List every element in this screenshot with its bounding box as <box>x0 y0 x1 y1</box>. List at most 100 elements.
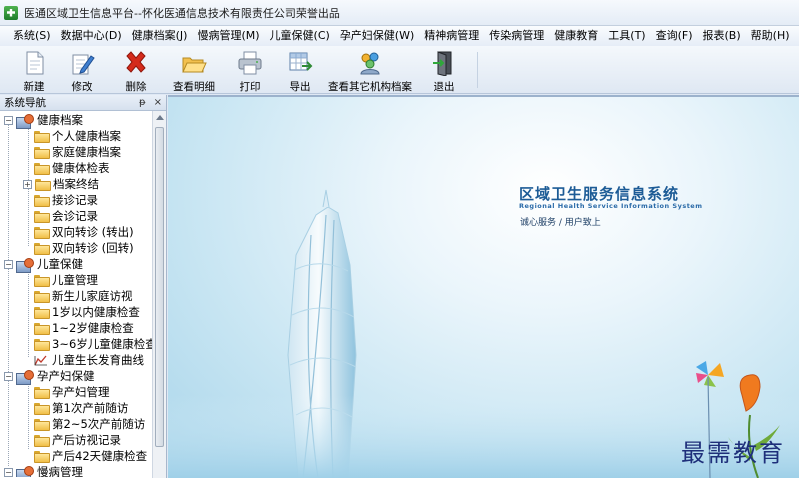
chronic-disease-group-icon <box>16 465 34 477</box>
export-grid-icon <box>287 50 313 76</box>
collapse-icon[interactable]: − <box>4 371 13 381</box>
folder-icon <box>34 419 50 431</box>
tree-item-label: 第2~5次产前随访 <box>52 417 146 431</box>
tree-group-health-records[interactable]: − 健康档案 <box>4 112 83 129</box>
exit-button-label: 退出 <box>433 81 455 93</box>
menu-tools[interactable]: 工具(T) <box>603 26 650 46</box>
folder-icon <box>34 163 50 175</box>
tree-item-label: 双向转诊 (回转) <box>52 241 134 255</box>
tree-item[interactable]: 产后访视记录 <box>34 432 121 448</box>
tree-group-child-care[interactable]: − 儿童保健 <box>4 256 83 273</box>
folder-icon <box>34 131 50 143</box>
tree-item[interactable]: 健康体检表 <box>34 160 110 176</box>
folder-icon <box>34 243 50 255</box>
scrollbar-thumb[interactable] <box>155 127 164 447</box>
folder-icon <box>34 323 50 335</box>
window-title: 医通区域卫生信息平台--怀化医通信息技术有限责任公司荣誉出品 <box>24 6 340 20</box>
menu-infectious-disease[interactable]: 传染病管理 <box>484 26 549 46</box>
open-folder-icon <box>181 50 207 76</box>
folder-icon <box>34 339 50 351</box>
tree-item[interactable]: 双向转诊 (回转) <box>34 240 134 256</box>
tree-item[interactable]: 1~2岁健康检查 <box>34 320 134 336</box>
folder-icon <box>34 435 50 447</box>
menu-maternal-care[interactable]: 孕产妇保健(W) <box>335 26 419 46</box>
tree-guide <box>28 379 29 449</box>
tree-item[interactable]: 新生儿家庭访视 <box>34 288 133 304</box>
tree-item-label: 孕产妇管理 <box>52 385 110 399</box>
menu-health-records[interactable]: 健康档案(J) <box>127 26 193 46</box>
export-button[interactable]: 导出 <box>280 48 320 93</box>
print-button[interactable]: 打印 <box>230 48 270 93</box>
growth-chart-icon <box>34 355 48 366</box>
menu-reports[interactable]: 报表(B) <box>698 26 746 46</box>
tree-item[interactable]: 个人健康档案 <box>34 128 121 144</box>
folder-icon <box>34 451 50 463</box>
new-button-label: 新建 <box>23 81 45 93</box>
tree-item[interactable]: 儿童生长发育曲线 <box>34 352 144 368</box>
view-detail-button[interactable]: 查看明细 <box>168 48 220 93</box>
navigation-scrollbar[interactable] <box>152 111 166 478</box>
tree-item[interactable]: + 档案终结 <box>23 176 99 192</box>
new-button[interactable]: 新建 <box>14 48 54 93</box>
expand-icon[interactable]: + <box>23 179 32 189</box>
tree-item[interactable]: 双向转诊 (转出) <box>34 224 134 240</box>
collapse-icon[interactable]: − <box>4 115 13 125</box>
toolbar: 新建 修改 删除 查看明细 打印 导出 查看其它机构档案 退出 <box>0 46 799 94</box>
tree-item[interactable]: 3~6岁儿童健康检查 <box>34 336 157 352</box>
folder-icon <box>34 291 50 303</box>
tree-item-label: 儿童管理 <box>52 273 98 287</box>
tree-item[interactable]: 第2~5次产前随访 <box>34 416 145 432</box>
view-other-institution-button-label: 查看其它机构档案 <box>328 81 412 93</box>
menu-system[interactable]: 系统(S) <box>8 26 56 46</box>
folder-icon <box>34 227 50 239</box>
tree-item-label: 产后42天健康检查 <box>52 449 148 463</box>
tree-item[interactable]: 接诊记录 <box>34 192 98 208</box>
tree-group-chronic-disease[interactable]: − 慢病管理 <box>4 464 83 477</box>
tree-item[interactable]: 产后42天健康检查 <box>34 448 147 464</box>
tree-item-label: 个人健康档案 <box>52 129 121 143</box>
tree-item[interactable]: 1岁以内健康检查 <box>34 304 140 320</box>
exit-button[interactable]: 退出 <box>424 48 464 93</box>
folder-icon <box>34 307 50 319</box>
tree-item[interactable]: 儿童管理 <box>34 272 98 288</box>
menu-bar: 系统(S) 数据中心(D) 健康档案(J) 慢病管理(M) 儿童保健(C) 孕产… <box>0 26 799 46</box>
menu-help[interactable]: 帮助(H) <box>746 26 795 46</box>
splash-title: 区域卫生服务信息系统 <box>519 185 680 203</box>
tree-item[interactable]: 第1次产前随访 <box>34 400 128 416</box>
view-detail-button-label: 查看明细 <box>173 81 215 93</box>
expand-icon[interactable]: − <box>4 467 13 477</box>
delete-x-icon <box>123 50 149 76</box>
tree-item[interactable]: 家庭健康档案 <box>34 144 121 160</box>
records-group-icon <box>16 113 34 129</box>
delete-button[interactable]: 删除 <box>116 48 156 93</box>
menu-child-care[interactable]: 儿童保健(C) <box>265 26 335 46</box>
folder-icon <box>34 275 50 287</box>
menu-mental-illness[interactable]: 精神病管理 <box>419 26 484 46</box>
tree-item-label: 产后访视记录 <box>52 433 121 447</box>
pin-icon[interactable]: ᵽ <box>139 97 146 108</box>
tree-item-label: 新生儿家庭访视 <box>52 289 133 303</box>
tree-group-maternal-care[interactable]: − 孕产妇保健 <box>4 368 95 385</box>
menu-query[interactable]: 查询(F) <box>651 26 698 46</box>
edit-document-icon <box>69 50 95 76</box>
printer-icon <box>237 50 263 76</box>
view-other-institution-button[interactable]: 查看其它机构档案 <box>328 48 412 93</box>
folder-icon <box>34 147 50 159</box>
folder-icon <box>34 211 50 223</box>
menu-health-education[interactable]: 健康教育 <box>549 26 603 46</box>
scroll-up-icon[interactable] <box>156 115 164 120</box>
edit-button[interactable]: 修改 <box>62 48 102 93</box>
tree-item-label: 双向转诊 (转出) <box>52 225 134 239</box>
close-icon[interactable]: × <box>154 97 162 108</box>
tree-item-label: 1~2岁健康检查 <box>52 321 134 335</box>
menu-chronic-disease[interactable]: 慢病管理(M) <box>192 26 264 46</box>
tree-item-label: 家庭健康档案 <box>52 145 121 159</box>
collapse-icon[interactable]: − <box>4 259 13 269</box>
maternal-care-group-icon <box>16 369 34 385</box>
tree-item-label: 第1次产前随访 <box>52 401 129 415</box>
tree-group-label: 健康档案 <box>37 113 83 127</box>
folder-icon <box>34 387 50 399</box>
tree-item[interactable]: 孕产妇管理 <box>34 384 110 400</box>
tree-item[interactable]: 会诊记录 <box>34 208 98 224</box>
menu-data-center[interactable]: 数据中心(D) <box>56 26 127 46</box>
